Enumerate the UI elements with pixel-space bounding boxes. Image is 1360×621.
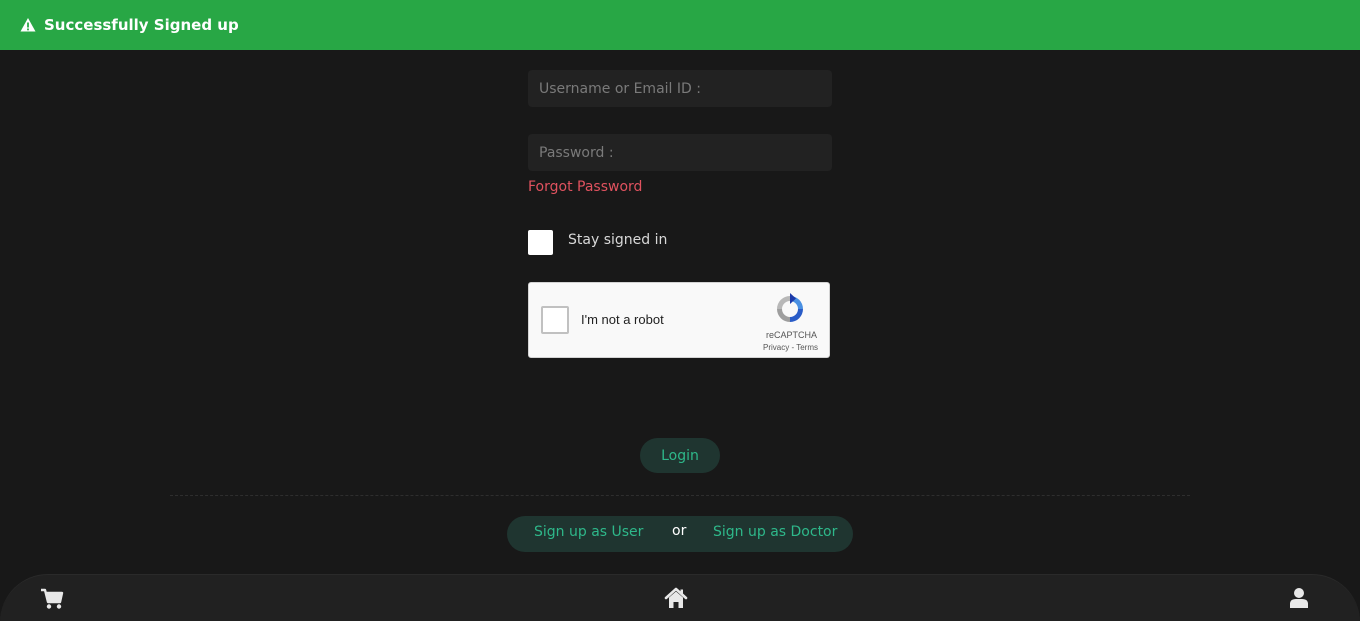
password-input[interactable] <box>528 134 832 171</box>
signup-user-link[interactable]: Sign up as User <box>534 524 643 540</box>
forgot-password-link[interactable]: Forgot Password <box>528 179 642 195</box>
recaptcha-logo-icon <box>777 293 803 322</box>
login-button[interactable]: Login <box>640 438 720 473</box>
warning-icon <box>20 18 36 32</box>
toast-message: Successfully Signed up <box>44 16 239 34</box>
signup-doctor-link[interactable]: Sign up as Doctor <box>713 524 837 540</box>
login-page: Successfully Signed up Forgot Password S… <box>0 0 1360 621</box>
user-icon[interactable] <box>1287 587 1311 609</box>
stay-signed-in-label: Stay signed in <box>568 232 668 248</box>
cart-icon[interactable] <box>40 588 64 610</box>
divider <box>170 495 1190 496</box>
stay-signed-in-checkbox[interactable] <box>528 230 553 255</box>
home-icon[interactable] <box>664 587 688 609</box>
recaptcha-links: Privacy - Terms <box>763 343 818 352</box>
success-toast: Successfully Signed up <box>0 0 1360 50</box>
username-input[interactable] <box>528 70 832 107</box>
recaptcha-widget: I'm not a robot reCAPTCHA Privacy - Term… <box>528 282 830 358</box>
recaptcha-terms-link[interactable]: Terms <box>796 343 818 352</box>
recaptcha-brand: reCAPTCHA <box>765 330 817 340</box>
signup-options: Sign up as User or Sign up as Doctor <box>507 516 853 552</box>
recaptcha-label: I'm not a robot <box>581 312 664 327</box>
bottom-nav <box>0 574 1360 621</box>
signup-or-text: or <box>672 523 687 539</box>
recaptcha-privacy-link[interactable]: Privacy <box>763 343 789 352</box>
recaptcha-checkbox[interactable] <box>541 306 569 334</box>
